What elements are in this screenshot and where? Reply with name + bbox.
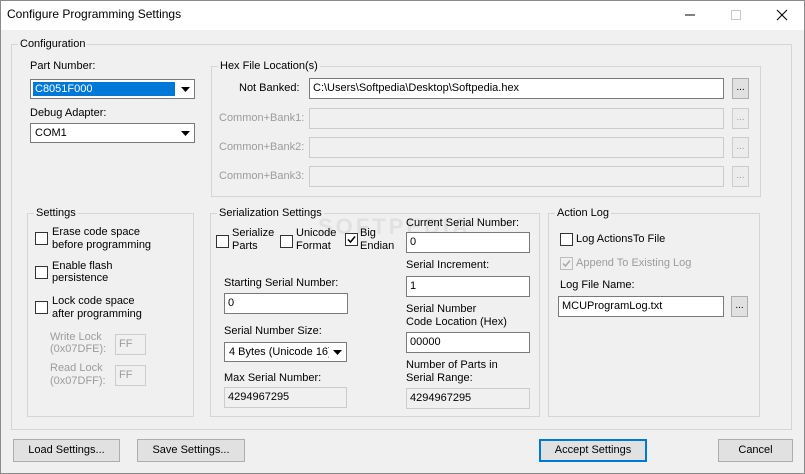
serial-size-select[interactable]: 4 Bytes (Unicode 16) xyxy=(224,342,347,362)
serial-size-label: Serial Number Size: xyxy=(224,325,322,337)
bank1-field xyxy=(309,108,724,129)
action-log-title: Action Log xyxy=(555,207,611,219)
configuration-title: Configuration xyxy=(18,38,88,50)
part-number-select[interactable]: C8051F000 xyxy=(30,79,195,99)
unicode-label-line2: Format xyxy=(296,240,331,252)
bank2-label: Common+Bank2: xyxy=(219,141,305,153)
big-endian-checkbox[interactable] xyxy=(345,233,358,246)
bank3-label: Common+Bank3: xyxy=(219,170,305,182)
minimize-button[interactable] xyxy=(667,0,713,30)
checkmark-icon xyxy=(562,260,571,268)
title-bar: Configure Programming Settings xyxy=(0,0,805,30)
lock-label-line2: after programming xyxy=(52,308,142,320)
max-serial-label: Max Serial Number: xyxy=(224,372,322,384)
parts-range-field: 4294967295 xyxy=(406,388,530,409)
checkmark-icon xyxy=(347,236,356,244)
big-endian-label-line2: Endian xyxy=(360,240,395,252)
serial-increment-field[interactable]: 1 xyxy=(406,276,530,297)
flash-persistence-checkbox[interactable] xyxy=(35,266,48,279)
serialization-title: Serialization Settings xyxy=(217,207,324,219)
close-icon xyxy=(776,9,788,21)
erase-checkbox[interactable] xyxy=(35,232,48,245)
write-lock-label-line2: (0x07DFE): xyxy=(50,343,107,355)
minimize-icon xyxy=(685,14,695,16)
serialize-label-line1: Serialize xyxy=(232,227,275,239)
code-location-label-line1: Serial Number xyxy=(406,303,477,315)
bank1-browse-button: ... xyxy=(732,108,749,129)
part-number-value: C8051F000 xyxy=(33,82,175,96)
debug-adapter-label: Debug Adapter: xyxy=(30,107,107,119)
erase-label-line2: before programming xyxy=(52,239,152,251)
serial-size-value: 4 Bytes (Unicode 16) xyxy=(229,346,329,358)
window-title: Configure Programming Settings xyxy=(7,7,182,21)
not-banked-field[interactable]: C:\Users\Softpedia\Desktop\Softpedia.hex xyxy=(309,78,724,99)
read-lock-label-line1: Read Lock xyxy=(50,362,103,374)
accept-settings-button[interactable]: Accept Settings xyxy=(539,439,647,462)
code-location-field[interactable]: 00000 xyxy=(406,332,530,353)
serial-increment-label: Serial Increment: xyxy=(406,259,490,271)
log-actions-label: Log ActionsTo File xyxy=(576,233,666,245)
log-file-browse-button[interactable]: ... xyxy=(731,296,748,317)
part-number-label: Part Number: xyxy=(30,60,96,72)
parts-range-label-line1: Number of Parts in xyxy=(406,359,498,371)
bank3-field xyxy=(309,166,724,187)
erase-label-line1: Erase code space xyxy=(52,226,141,238)
starting-serial-label: Starting Serial Number: xyxy=(224,277,339,289)
cancel-button[interactable]: Cancel xyxy=(718,439,793,462)
max-serial-field: 4294967295 xyxy=(224,387,347,408)
parts-range-label-line2: Serial Range: xyxy=(406,372,473,384)
flash-label-line2: persistence xyxy=(52,272,109,284)
current-serial-field[interactable]: 0 xyxy=(406,232,530,253)
lock-code-checkbox[interactable] xyxy=(35,301,48,314)
log-file-name-field[interactable]: MCUProgramLog.txt xyxy=(558,296,724,317)
debug-adapter-value: COM1 xyxy=(35,127,67,139)
chevron-down-icon xyxy=(177,124,194,142)
unicode-checkbox[interactable] xyxy=(280,235,293,248)
log-file-name-label: Log File Name: xyxy=(560,279,635,291)
unicode-label-line1: Unicode xyxy=(296,227,337,239)
debug-adapter-select[interactable]: COM1 xyxy=(30,123,195,143)
append-log-checkbox xyxy=(560,257,573,270)
read-lock-label-line2: (0x07DFF): xyxy=(50,375,106,387)
serialize-checkbox[interactable] xyxy=(216,235,229,248)
code-location-label-line2: Code Location (Hex) xyxy=(406,316,507,328)
save-settings-button[interactable]: Save Settings... xyxy=(137,439,245,462)
big-endian-label-line1: Big xyxy=(360,227,376,239)
append-log-label: Append To Existing Log xyxy=(576,257,692,269)
read-lock-field: FF xyxy=(115,365,146,386)
write-lock-field: FF xyxy=(115,334,146,355)
not-banked-label: Not Banked: xyxy=(239,82,300,94)
starting-serial-field[interactable]: 0 xyxy=(224,293,348,314)
bank2-field xyxy=(309,137,724,158)
chevron-down-icon xyxy=(329,343,346,361)
load-settings-button[interactable]: Load Settings... xyxy=(13,439,120,462)
maximize-button xyxy=(713,0,759,30)
bank3-browse-button: ... xyxy=(732,166,749,187)
not-banked-browse-button[interactable]: ... xyxy=(732,78,749,99)
log-actions-checkbox[interactable] xyxy=(560,233,573,246)
settings-title: Settings xyxy=(34,207,78,219)
current-serial-label: Current Serial Number: xyxy=(406,217,520,229)
lock-label-line1: Lock code space xyxy=(52,295,135,307)
close-button[interactable] xyxy=(759,0,805,30)
bank1-label: Common+Bank1: xyxy=(219,112,305,124)
bank2-browse-button: ... xyxy=(732,137,749,158)
maximize-icon xyxy=(731,10,741,20)
hex-file-title: Hex File Location(s) xyxy=(218,60,320,72)
chevron-down-icon xyxy=(177,80,194,98)
serialize-label-line2: Parts xyxy=(232,240,258,252)
